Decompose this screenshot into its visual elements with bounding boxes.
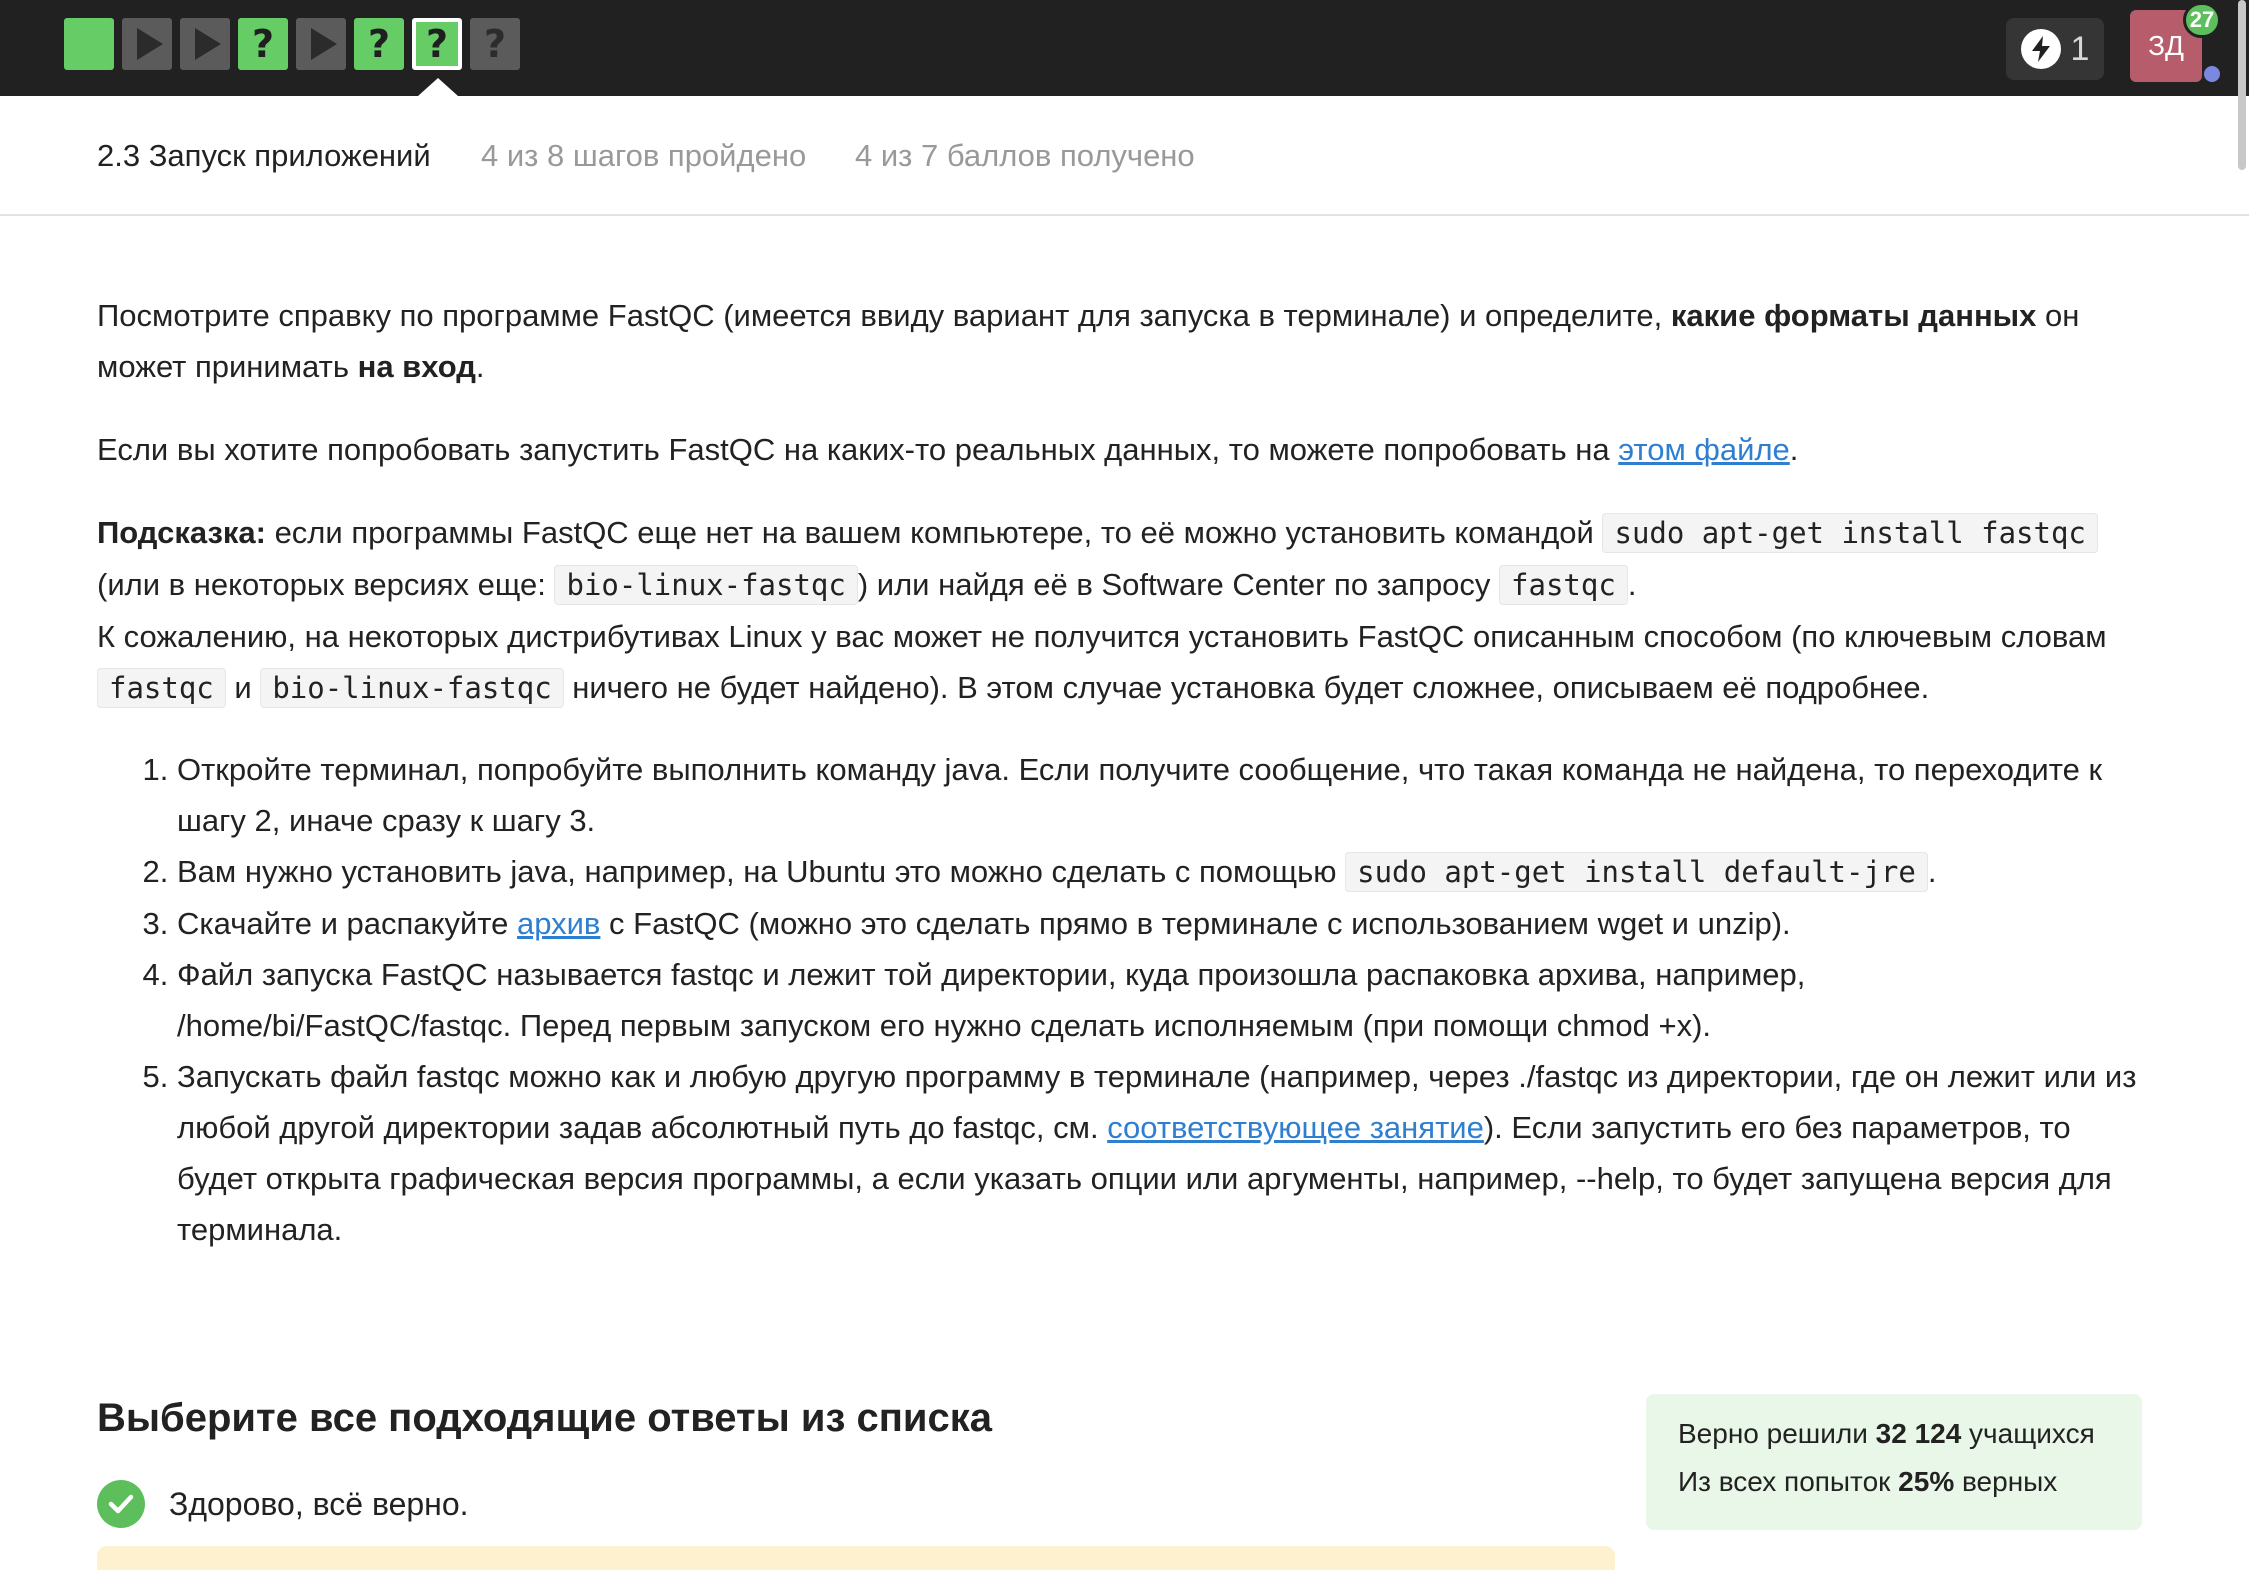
question-icon: ? bbox=[251, 22, 275, 66]
question-icon: ? bbox=[425, 22, 449, 66]
success-rate-line: Из всех попыток 25% верных bbox=[1678, 1466, 2058, 1497]
step-4-quiz[interactable]: ? bbox=[238, 18, 288, 70]
hint-label: Подсказка: bbox=[97, 515, 266, 550]
question-icon: ? bbox=[483, 22, 507, 66]
archive-link[interactable]: архив bbox=[517, 906, 600, 941]
task-bold-formats: какие форматы данных bbox=[1670, 298, 2037, 333]
question-icon: ? bbox=[367, 22, 391, 66]
steps-progress: 4 из 8 шагов пройдено bbox=[481, 138, 807, 173]
lesson-link[interactable]: соответствующее занятие bbox=[1107, 1110, 1484, 1145]
biolinux-package-code: bio-linux-fastqc bbox=[554, 565, 858, 605]
avatar-initials: ЗД bbox=[2148, 30, 2184, 61]
step-3-video[interactable] bbox=[180, 18, 230, 70]
check-icon bbox=[97, 1480, 145, 1528]
solve-statistics: Верно решили 32 124 учащихся Из всех поп… bbox=[1646, 1394, 2142, 1530]
lightning-icon bbox=[2020, 29, 2061, 69]
try-paragraph: Если вы хотите попробовать запустить Fas… bbox=[97, 432, 1799, 467]
status-dot bbox=[2202, 64, 2222, 84]
biolinux-keyword-code: bio-linux-fastqc bbox=[260, 668, 564, 708]
list-item-step-5: Запускать файл fastqc можно как и любую … bbox=[177, 1051, 2147, 1255]
install-command-code: sudo apt-get install fastqc bbox=[1602, 513, 2098, 553]
lesson-header: 2.3 Запуск приложений 4 из 8 шагов пройд… bbox=[0, 96, 2249, 216]
notification-count: 27 bbox=[2189, 7, 2215, 32]
list-item-step-4: Файл запуска FastQC называется fastqc и … bbox=[177, 949, 2147, 1051]
play-icon bbox=[137, 28, 163, 60]
step-1-text[interactable] bbox=[64, 18, 114, 70]
points-progress: 4 из 7 баллов получено bbox=[855, 138, 1195, 173]
step-2-video[interactable] bbox=[122, 18, 172, 70]
step-8-quiz[interactable]: ? bbox=[470, 18, 520, 70]
lesson-title[interactable]: 2.3 Запуск приложений bbox=[97, 138, 431, 174]
hint-paragraph: Подсказка: если программы FastQC еще нет… bbox=[97, 507, 2147, 714]
play-icon bbox=[311, 28, 337, 60]
step-content: Посмотрите справку по программе FastQC (… bbox=[97, 290, 2147, 1255]
fastqc-keyword-code: fastqc bbox=[97, 668, 226, 708]
fastqc-query-code: fastqc bbox=[1499, 565, 1628, 605]
current-step-indicator bbox=[418, 78, 458, 96]
top-navigation-bar: ? ? ? ? 1 ЗД 27 bbox=[0, 0, 2249, 96]
notification-badge[interactable]: 27 bbox=[2183, 2, 2221, 38]
energy-button[interactable]: 1 bbox=[2006, 18, 2104, 80]
install-java-code: sudo apt-get install default-jre bbox=[1345, 852, 1928, 892]
list-item-step-2: Вам нужно установить java, например, на … bbox=[177, 846, 2147, 898]
task-bold-input: на вход bbox=[357, 349, 476, 384]
play-icon bbox=[195, 28, 221, 60]
result-message: Здорово, всё верно. bbox=[97, 1478, 469, 1530]
quiz-title: Выберите все подходящие ответы из списка bbox=[97, 1396, 992, 1440]
energy-count: 1 bbox=[2070, 29, 2090, 68]
task-paragraph: Посмотрите справку по программе FastQC (… bbox=[97, 298, 2080, 384]
install-steps-list: Откройте терминал, попробуйте выполнить … bbox=[97, 744, 2147, 1255]
list-item-step-3: Скачайте и распакуйте архив с FastQC (мо… bbox=[177, 898, 2147, 949]
step-7-quiz-current[interactable]: ? bbox=[412, 18, 462, 70]
list-item-step-1: Откройте терминал, попробуйте выполнить … bbox=[177, 744, 2147, 846]
feedback-panel bbox=[97, 1546, 1615, 1570]
solved-count-line: Верно решили 32 124 учащихся bbox=[1678, 1418, 2095, 1449]
step-6-quiz[interactable]: ? bbox=[354, 18, 404, 70]
result-text: Здорово, всё верно. bbox=[169, 1485, 469, 1522]
step-5-video[interactable] bbox=[296, 18, 346, 70]
file-link[interactable]: этом файле bbox=[1618, 432, 1790, 467]
